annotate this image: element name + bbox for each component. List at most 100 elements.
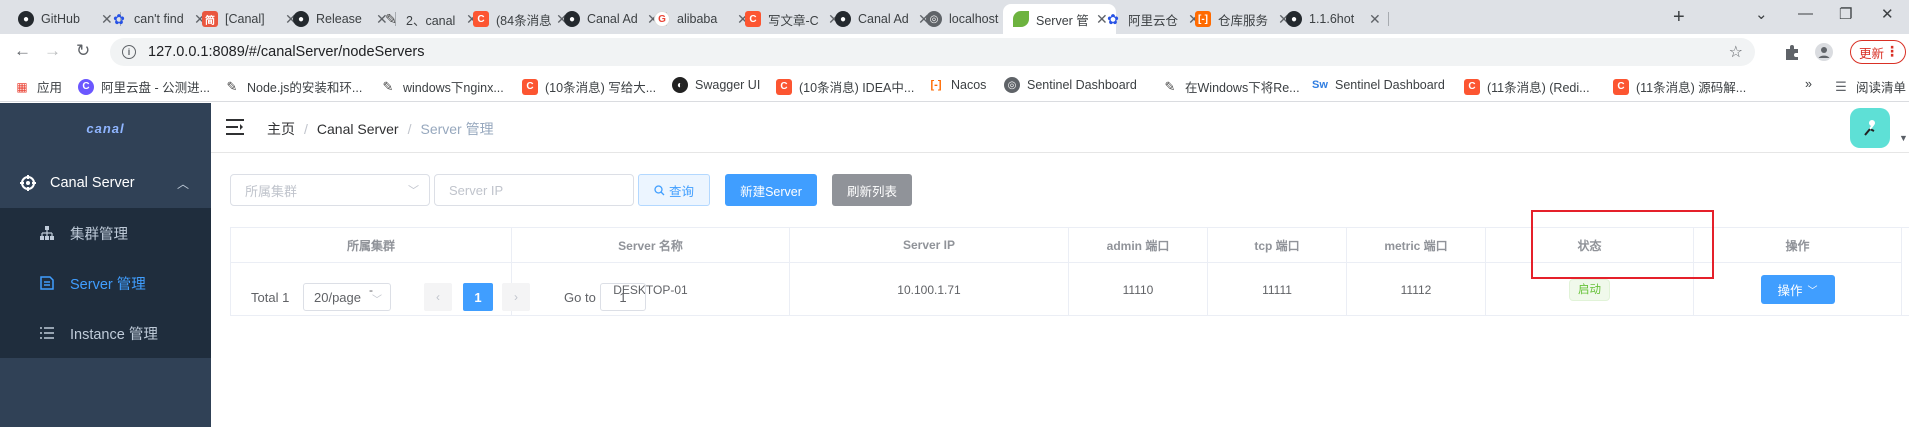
bookmark-item[interactable]: Sw Sentinel Dashboard	[1312, 77, 1445, 93]
chevron-down-icon: ﹀	[372, 295, 382, 306]
bookmark-item[interactable]: ▦ 应用	[14, 77, 62, 96]
sentinel-icon: Sw	[1312, 79, 1328, 91]
apps-icon: ▦	[16, 79, 28, 94]
aliyun-icon: [-]	[1195, 11, 1211, 27]
close-icon[interactable]: ✕	[1369, 11, 1383, 28]
csdn-icon: C	[522, 78, 538, 95]
chevron-down-icon: ﹀	[408, 185, 419, 197]
sidebar-item-instance[interactable]: Instance 管理	[0, 308, 211, 358]
cell-tcp-port: 11111	[1208, 263, 1347, 316]
pen-icon: ✎	[382, 78, 394, 94]
chevron-up-icon: ︿	[176, 177, 189, 191]
sidebar-submenu: 集群管理 Server 管理 Instance 管理	[0, 208, 211, 358]
aliyun-drive-icon: C	[78, 78, 94, 95]
crosshair-icon	[20, 175, 36, 191]
jianshu-icon: 简	[202, 11, 218, 27]
spring-leaf-icon	[1013, 11, 1029, 27]
globe-icon: ◎	[1004, 77, 1020, 93]
bookmark-item[interactable]: ✎ windows下nginx...	[380, 77, 504, 96]
minimize-icon[interactable]: —	[1798, 5, 1813, 22]
pen-icon: ✎	[1164, 78, 1176, 94]
csdn-icon: C	[1464, 78, 1480, 95]
bookmark-item[interactable]: C (11条消息) 源码解...	[1613, 77, 1746, 96]
server-icon	[40, 276, 54, 290]
page-size-select[interactable]: 20/page ﹀	[303, 283, 391, 311]
bookmark-item[interactable]: [-] Nacos	[928, 77, 987, 93]
csdn-icon: C	[473, 11, 489, 27]
github-icon: ●	[293, 11, 309, 27]
bookmark-item[interactable]: ◐ Swagger UI	[672, 77, 760, 93]
hamburger-icon[interactable]	[226, 119, 244, 135]
browser-tab[interactable]: ● 1.1.6hot ✕	[1276, 4, 1389, 34]
new-tab-icon[interactable]: +	[1673, 6, 1685, 29]
address-bar[interactable]: i 127.0.0.1:8089/#/canalServer/nodeServe…	[110, 38, 1755, 66]
pen-icon: ✎	[385, 10, 397, 27]
bookmark-item[interactable]: ◎ Sentinel Dashboard	[1004, 77, 1137, 93]
bookmark-item[interactable]: ✎ Node.js的安装和环...	[224, 77, 363, 96]
cluster-select[interactable]: 所属集群 ﹀	[230, 174, 430, 206]
google-icon: G	[654, 11, 670, 27]
bookmark-item[interactable]: ✎ 在Windows下将Re...	[1162, 77, 1300, 96]
status-badge: 启动	[1569, 278, 1610, 301]
list-icon	[40, 327, 54, 339]
next-page-button[interactable]: ›	[502, 283, 530, 311]
table-header-tcp-port: tcp 端口	[1208, 228, 1347, 263]
new-server-button[interactable]: 新建Server	[725, 174, 817, 206]
csdn-icon: C	[1613, 78, 1629, 95]
page-number[interactable]: 1	[463, 283, 493, 311]
cell-name: DESKTOP-01	[512, 263, 790, 316]
query-button[interactable]: 查询	[638, 174, 710, 206]
operation-dropdown-button[interactable]: 操作 ﹀	[1760, 275, 1835, 304]
sidebar-item-cluster[interactable]: 集群管理	[0, 208, 211, 258]
bookmark-item[interactable]: C (10条消息) IDEA中...	[776, 77, 914, 96]
app-logo[interactable]: canal	[0, 103, 211, 153]
goto-page-input[interactable]: 1	[600, 283, 646, 311]
table-header-admin-port: admin 端口	[1069, 228, 1208, 263]
sidebar-menu-canal-server[interactable]: Canal Server ︿	[0, 158, 211, 208]
restore-icon[interactable]: ❐	[1839, 5, 1852, 23]
breadcrumb-canal-server[interactable]: Canal Server	[317, 121, 399, 137]
cell-admin-port: 11110	[1069, 263, 1208, 316]
avatar[interactable]	[1850, 108, 1890, 148]
refresh-list-button[interactable]: 刷新列表	[832, 174, 912, 206]
navbar: 主页 / Canal Server / Server 管理 ▼	[211, 103, 1909, 153]
bookmark-item[interactable]: C 阿里云盘 - 公测进...	[78, 77, 210, 96]
tab-search-icon[interactable]: ⌄	[1755, 5, 1768, 23]
info-icon[interactable]: i	[122, 45, 136, 59]
avatar-figure-icon	[1864, 120, 1875, 136]
chevron-right-icon: ›	[514, 290, 518, 304]
update-button[interactable]: 更新 ⋮	[1850, 40, 1906, 64]
table-header-metric-port: metric 端口	[1347, 228, 1486, 263]
bookmark-star-icon[interactable]: ☆	[1729, 42, 1743, 62]
bookmarks-overflow-icon[interactable]: »	[1805, 77, 1812, 91]
csdn-icon: C	[776, 78, 792, 95]
table-header-name: Server 名称	[512, 228, 790, 263]
forward-icon[interactable]: →	[44, 41, 61, 61]
bookmark-item[interactable]: C (11条消息) (Redi...	[1464, 77, 1590, 96]
swagger-icon: ◐	[672, 77, 688, 93]
cell-metric-port: 11112	[1347, 263, 1486, 316]
window-close-icon[interactable]: ✕	[1881, 5, 1894, 23]
reading-list[interactable]: ☰ 阅读清单	[1833, 77, 1906, 96]
github-icon: ●	[18, 11, 34, 27]
cell-action: 操作 ﹀	[1694, 263, 1902, 316]
caret-down-icon[interactable]: ▼	[1899, 133, 1908, 143]
bookmark-item[interactable]: C (10条消息) 写给大...	[522, 77, 656, 96]
reload-icon[interactable]: ↻	[76, 41, 90, 61]
cluster-icon	[40, 226, 54, 240]
server-ip-input[interactable]	[434, 174, 634, 206]
bookmarks-bar: ▦ 应用 C 阿里云盘 - 公测进... ✎ Node.js的安装和环... ✎ win…	[0, 70, 1909, 102]
breadcrumb-home[interactable]: 主页	[267, 119, 295, 139]
highlight-box	[1531, 210, 1714, 279]
more-icon[interactable]: ⋮	[1885, 43, 1899, 60]
github-icon: ●	[564, 11, 580, 27]
sidebar-item-server[interactable]: Server 管理	[0, 258, 211, 308]
profile-icon[interactable]	[1815, 43, 1833, 61]
chevron-down-icon: ﹀	[1807, 286, 1818, 297]
extensions-icon[interactable]	[1783, 43, 1801, 61]
breadcrumb: 主页 / Canal Server / Server 管理	[267, 119, 494, 139]
prev-page-button[interactable]: ‹	[424, 283, 452, 311]
back-icon[interactable]: ←	[14, 41, 31, 61]
cell-ip: 10.100.1.71	[790, 263, 1069, 316]
table-header-action: 操作	[1694, 228, 1902, 263]
